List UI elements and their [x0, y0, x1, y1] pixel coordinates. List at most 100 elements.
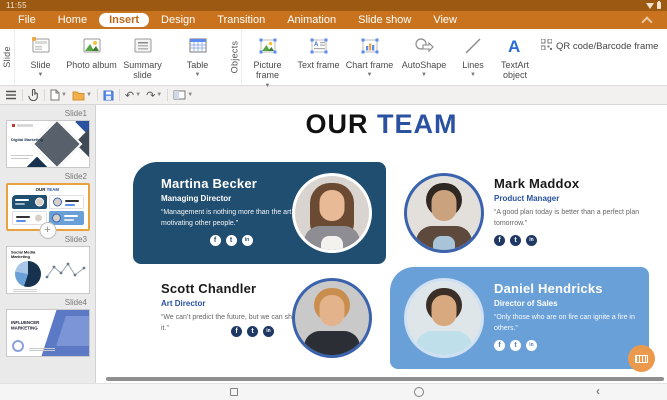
thumb-pie-chart	[14, 261, 41, 287]
menu-view[interactable]: View	[423, 13, 467, 27]
menu-slideshow[interactable]: Slide show	[348, 13, 421, 27]
collapse-ribbon-icon[interactable]	[641, 16, 653, 28]
ribbon-group-tab-objects[interactable]: Objects	[227, 29, 242, 85]
member-photo	[292, 278, 372, 358]
redo-button[interactable]: ↷ ▼	[146, 90, 162, 101]
menu-home[interactable]: Home	[48, 13, 97, 27]
table-icon	[187, 34, 209, 58]
member-photo	[404, 278, 484, 358]
slide-title: OUR TEAM	[305, 109, 458, 139]
chevron-down-icon: ▼	[264, 82, 271, 89]
twitter-icon: t	[225, 234, 237, 246]
lines-button[interactable]: Lines ▼	[453, 32, 493, 78]
android-status-bar: 11:55	[0, 0, 667, 11]
team-card-scott-chandler[interactable]: Scott Chandler Art Director “We can’t pr…	[133, 267, 386, 369]
autoshape-button[interactable]: AutoShape ▼	[395, 32, 453, 78]
android-navigation-bar: ‹	[0, 383, 667, 400]
save-button[interactable]	[103, 90, 114, 101]
menu-animation[interactable]: Animation	[277, 13, 346, 27]
undo-button[interactable]: ↶ ▼	[125, 90, 141, 101]
facebook-icon: f	[494, 234, 505, 246]
textart-icon: A	[504, 34, 526, 58]
wps-presentation-app: 11:55 File Home Insert Design Transition…	[0, 0, 667, 400]
recents-icon[interactable]	[230, 388, 238, 396]
add-slide-button[interactable]: +	[39, 222, 56, 239]
battery-icon	[657, 1, 661, 9]
team-card-mark-maddox[interactable]: Mark Maddox Product Manager “A good plan…	[390, 162, 649, 264]
slide-canvas[interactable]: OUR TEAM Martina Becker Managing Directo…	[96, 105, 667, 383]
svg-text:A: A	[314, 42, 319, 48]
twitter-icon: t	[510, 234, 521, 246]
ribbon-group-tab-slide[interactable]: Slide	[0, 29, 15, 85]
linkedin-icon: in	[526, 234, 537, 246]
wifi-icon	[646, 2, 654, 9]
picture-frame-button[interactable]: Picture frame ▼	[242, 32, 293, 89]
member-quote: “A good plan today is better than a perf…	[494, 209, 640, 227]
autoshape-icon	[412, 34, 436, 58]
home-icon[interactable]	[414, 387, 424, 397]
horizontal-scrollbar[interactable]	[106, 377, 664, 381]
clock: 11:55	[6, 1, 27, 10]
facebook-icon: f	[231, 325, 242, 337]
slide2-thumbnail-selected[interactable]: OUR TEAM +	[5, 183, 91, 239]
chevron-down-icon: ▼	[85, 92, 92, 98]
photo-album-button[interactable]: Photo album	[66, 32, 117, 70]
open-file-button[interactable]: ▼	[72, 90, 92, 101]
menu-drawer-button[interactable]	[5, 90, 17, 100]
chart-frame-button[interactable]: Chart frame ▼	[344, 32, 395, 78]
slide4-thumbnail[interactable]: INFLUENCER MARKETING	[5, 309, 91, 357]
svg-text:A: A	[508, 37, 520, 56]
member-name: Martina Becker	[161, 176, 258, 191]
member-photo	[292, 173, 372, 253]
facebook-icon: f	[494, 339, 505, 351]
menu-design[interactable]: Design	[151, 13, 205, 27]
team-card-martina-becker[interactable]: Martina Becker Managing Director “Manage…	[133, 162, 386, 264]
facebook-icon: f	[209, 234, 221, 246]
member-quote: “Only those who are on fire can ignite a…	[494, 314, 635, 332]
member-photo	[404, 173, 484, 253]
member-role: Director of Sales	[494, 299, 558, 308]
slide2-label: Slide2	[64, 172, 87, 181]
lines-icon	[462, 34, 484, 58]
floating-keyboard-button[interactable]	[628, 345, 655, 372]
qr-barcode-frame-button[interactable]: QR code/Barcode frame	[540, 38, 658, 53]
insert-slide-button[interactable]: Slide ▼	[15, 32, 66, 78]
slide3-thumbnail[interactable]: Social Media Marketing	[5, 246, 91, 294]
menu-insert[interactable]: Insert	[99, 13, 150, 27]
quick-toolbar: ▼ ▼ ↶ ▼ ↷ ▼ ▼	[0, 86, 667, 105]
linkedin-icon: in	[241, 234, 253, 246]
team-card-daniel-hendricks[interactable]: Daniel Hendricks Director of Sales “Only…	[390, 267, 649, 369]
picture-frame-icon	[257, 34, 279, 58]
textart-object-button[interactable]: A TextArt object	[493, 32, 537, 81]
slide1-label: Slide1	[64, 109, 87, 118]
summary-slide-button[interactable]: Summary slide	[117, 32, 168, 81]
new-document-button[interactable]: ▼	[50, 89, 67, 101]
chevron-down-icon: ▼	[61, 92, 67, 98]
slides-panel: Slide1 Digital Marketing Slide2 OUR TEAM	[0, 105, 96, 383]
slide-icon	[30, 34, 52, 58]
linkedin-icon: in	[526, 339, 537, 351]
member-name: Scott Chandler	[161, 281, 257, 296]
chevron-down-icon: ▼	[470, 72, 476, 79]
chart-frame-icon	[359, 34, 381, 58]
menu-file[interactable]: File	[8, 13, 46, 27]
text-frame-button[interactable]: A Text frame	[293, 32, 344, 70]
touch-mode-button[interactable]	[28, 89, 39, 101]
thumb-line-chart	[45, 259, 87, 290]
chevron-down-icon: ▼	[187, 92, 194, 98]
twitter-icon: t	[510, 339, 521, 351]
display-mode-button[interactable]: ▼	[173, 90, 193, 101]
slide1-thumbnail[interactable]: Digital Marketing	[5, 120, 91, 168]
member-role: Product Manager	[494, 194, 560, 203]
back-icon[interactable]: ‹	[596, 384, 600, 398]
chevron-down-icon: ▼	[156, 92, 163, 98]
summary-slide-icon	[132, 34, 154, 58]
member-role: Managing Director	[161, 194, 232, 203]
member-name: Mark Maddox	[494, 176, 580, 191]
linkedin-icon: in	[263, 325, 274, 337]
menu-transition[interactable]: Transition	[207, 13, 275, 27]
insert-table-button[interactable]: Table ▼	[172, 32, 223, 78]
twitter-icon: t	[247, 325, 258, 337]
slide4-label: Slide4	[64, 298, 87, 307]
chevron-down-icon: ▼	[37, 72, 44, 79]
